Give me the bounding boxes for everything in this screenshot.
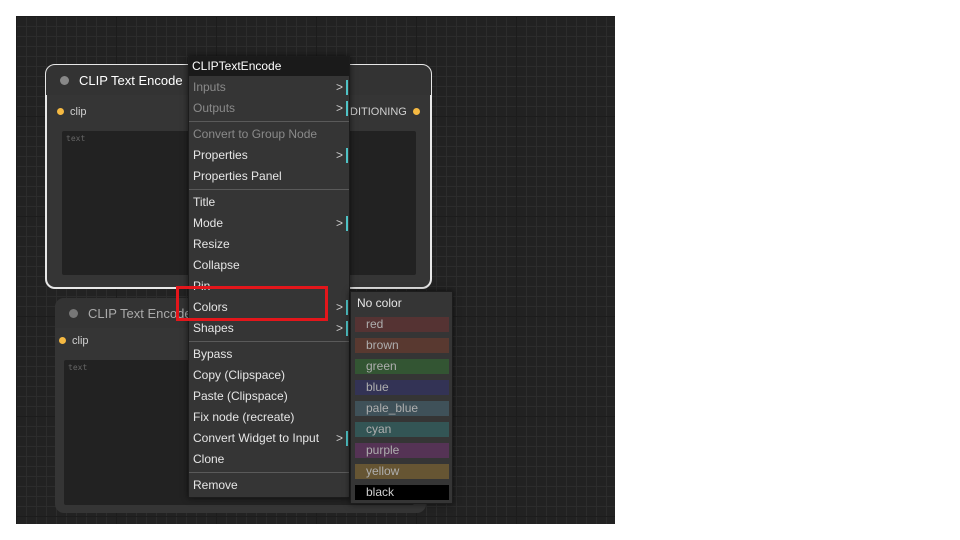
submenu-indicator (346, 321, 348, 336)
menu-item-clone[interactable]: Clone (189, 449, 349, 470)
menu-item-shapes[interactable]: Shapes > (189, 318, 349, 339)
menu-item-remove[interactable]: Remove (189, 475, 349, 496)
menu-separator (189, 121, 349, 122)
menu-item-title[interactable]: Title (189, 192, 349, 213)
submenu-arrow-icon: > (335, 300, 343, 314)
color-option-green[interactable]: green (355, 359, 449, 374)
colors-highlight-box (176, 286, 328, 321)
submenu-indicator (346, 216, 348, 231)
submenu-arrow-icon: > (335, 101, 343, 115)
submenu-indicator (346, 148, 348, 163)
collapse-dot-icon[interactable] (69, 309, 78, 318)
clip-input-slot-icon[interactable] (57, 108, 64, 115)
clip-input-label: clip (70, 106, 87, 118)
collapse-dot-icon[interactable] (60, 76, 69, 85)
submenu-arrow-icon: > (335, 148, 343, 162)
text-placeholder: text (68, 363, 88, 372)
submenu-indicator (346, 300, 348, 315)
menu-item-paste-clipspace[interactable]: Paste (Clipspace) (189, 386, 349, 407)
submenu-arrow-icon: > (335, 216, 343, 230)
node-title: CLIP Text Encode (79, 73, 183, 88)
menu-item-properties[interactable]: Properties > (189, 145, 349, 166)
text-placeholder: text (66, 134, 86, 143)
menu-item-inputs[interactable]: Inputs > (189, 77, 349, 98)
conditioning-output-label: DITIONING (350, 106, 407, 118)
menu-item-properties-panel[interactable]: Properties Panel (189, 166, 349, 187)
submenu-arrow-icon: > (335, 80, 343, 94)
menu-item-convert-to-group-node[interactable]: Convert to Group Node (189, 124, 349, 145)
menu-item-outputs[interactable]: Outputs > (189, 98, 349, 119)
context-menu-title: CLIPTextEncode (189, 57, 349, 76)
menu-separator (189, 189, 349, 190)
menu-item-mode[interactable]: Mode > (189, 213, 349, 234)
menu-item-resize[interactable]: Resize (189, 234, 349, 255)
submenu-arrow-icon: > (335, 321, 343, 335)
color-option-purple[interactable]: purple (355, 443, 449, 458)
color-option-brown[interactable]: brown (355, 338, 449, 353)
submenu-indicator (346, 431, 348, 446)
color-option-blue[interactable]: blue (355, 380, 449, 395)
clip-input-slot-icon[interactable] (59, 337, 66, 344)
color-option-no-color[interactable]: No color (357, 296, 402, 310)
color-option-pale-blue[interactable]: pale_blue (355, 401, 449, 416)
menu-item-convert-widget-to-input[interactable]: Convert Widget to Input > (189, 428, 349, 449)
submenu-indicator (346, 80, 348, 95)
color-option-black[interactable]: black (355, 485, 449, 500)
color-option-yellow[interactable]: yellow (355, 464, 449, 479)
colors-submenu: No color red brown green blue pale_blue … (350, 291, 453, 504)
submenu-arrow-icon: > (335, 431, 343, 445)
menu-item-fix-node[interactable]: Fix node (recreate) (189, 407, 349, 428)
color-option-cyan[interactable]: cyan (355, 422, 449, 437)
node-context-menu: CLIPTextEncode Inputs > Outputs > Conver… (188, 56, 350, 498)
submenu-indicator (346, 101, 348, 116)
conditioning-output-slot-icon[interactable] (413, 108, 420, 115)
menu-item-collapse[interactable]: Collapse (189, 255, 349, 276)
clip-input-label: clip (72, 335, 89, 347)
menu-separator (189, 341, 349, 342)
menu-item-bypass[interactable]: Bypass (189, 344, 349, 365)
menu-separator (189, 472, 349, 473)
menu-item-copy-clipspace[interactable]: Copy (Clipspace) (189, 365, 349, 386)
color-option-red[interactable]: red (355, 317, 449, 332)
